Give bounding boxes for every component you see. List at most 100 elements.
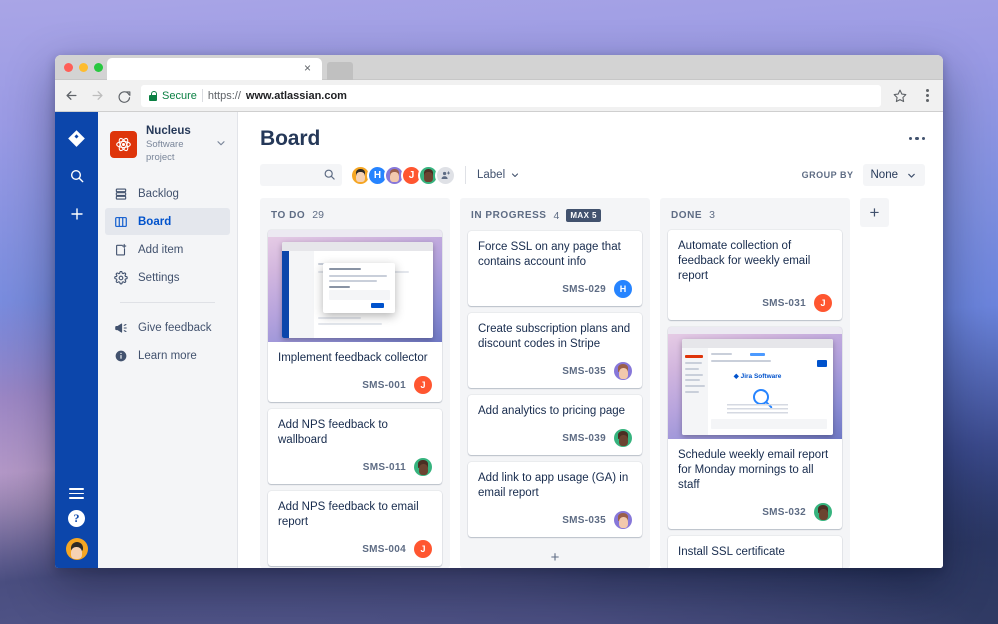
sidebar-item-settings[interactable]: Settings xyxy=(105,264,230,291)
column-max-badge: MAX 5 xyxy=(566,209,601,222)
board-card[interactable]: Install SSL certificate SMS-033 H xyxy=(668,536,842,568)
reload-icon[interactable] xyxy=(115,87,132,104)
column-count: 4 xyxy=(553,209,560,222)
board-header: Board xyxy=(260,127,925,151)
board-columns: TO DO 29 Implement feedback collector SM… xyxy=(260,198,925,568)
card-key: SMS-035 xyxy=(562,365,606,377)
project-name: Nucleus xyxy=(146,125,191,137)
sidebar-item-backlog[interactable]: Backlog xyxy=(105,180,230,207)
sidebar-item-board[interactable]: Board xyxy=(105,208,230,235)
card-title: Add link to app usage (GA) in email repo… xyxy=(478,472,629,499)
card-assignee-avatar[interactable] xyxy=(414,458,432,476)
card-footer: SMS-032 xyxy=(678,503,832,521)
card-key: SMS-001 xyxy=(362,379,406,391)
card-title: Automate collection of feedback for week… xyxy=(678,240,811,282)
card-footer: SMS-029 H xyxy=(478,280,632,298)
board-card[interactable]: Add NPS feedback to email report SMS-004… xyxy=(268,491,442,566)
global-nav-rail: ? xyxy=(55,112,98,568)
card-assignee-avatar[interactable] xyxy=(614,511,632,529)
card-key: SMS-035 xyxy=(562,514,606,526)
card-assignee-avatar[interactable]: J xyxy=(414,540,432,558)
url-scheme: https:// xyxy=(207,89,241,102)
card-title: Add NPS feedback to wallboard xyxy=(278,419,388,446)
column-count: 29 xyxy=(312,209,324,221)
column-cards: Implement feedback collector SMS-001 J A… xyxy=(268,230,442,568)
label-filter-button[interactable]: Label xyxy=(477,169,520,181)
maximize-window-button[interactable] xyxy=(94,63,103,72)
jira-logo-icon[interactable] xyxy=(64,125,90,151)
board-column-done: DONE 3 Automate collection of feedback f… xyxy=(660,198,850,568)
board-column-in-progress: IN PROGRESS 4 MAX 5 Force SSL on any pag… xyxy=(460,198,650,568)
project-sidebar: Nucleus Software project Backlog Board A… xyxy=(98,112,238,568)
window-traffic-lights xyxy=(64,63,103,72)
group-by-value: None xyxy=(870,169,899,181)
jira-app: ? Nucleus Software project Backlog Board… xyxy=(55,112,943,568)
column-count: 3 xyxy=(709,209,715,221)
card-assignee-avatar[interactable] xyxy=(614,429,632,447)
board-card[interactable]: Add NPS feedback to wallboard SMS-011 xyxy=(268,409,442,484)
group-by-label: GROUP BY xyxy=(801,170,854,180)
minimize-window-button[interactable] xyxy=(79,63,88,72)
add-person-icon[interactable] xyxy=(435,164,456,186)
backlog-icon xyxy=(113,186,128,201)
card-assignee-avatar[interactable]: H xyxy=(614,280,632,298)
chevron-down-icon xyxy=(908,173,915,178)
card-title: Add NPS feedback to email report xyxy=(278,501,419,528)
browser-window: × Secure https:// www.atlassian.com ? Nuc… xyxy=(55,55,943,568)
browser-menu-icon[interactable] xyxy=(919,89,935,102)
card-key: SMS-039 xyxy=(562,432,606,444)
card-assignee-avatar[interactable]: J xyxy=(414,376,432,394)
card-assignee-avatar[interactable]: J xyxy=(814,294,832,312)
chevron-down-icon[interactable] xyxy=(215,136,227,154)
create-issue-icon[interactable] xyxy=(64,201,90,227)
sidebar-item-label: Give feedback xyxy=(138,321,212,334)
card-key: SMS-032 xyxy=(762,506,806,518)
chevron-down-icon xyxy=(512,173,519,177)
sidebar-item-add-item[interactable]: Add item xyxy=(105,236,230,263)
card-assignee-avatar[interactable] xyxy=(614,362,632,380)
board-card[interactable]: Add analytics to pricing page SMS-039 xyxy=(468,395,642,455)
megaphone-icon xyxy=(113,320,128,335)
card-title: Add analytics to pricing page xyxy=(478,405,626,417)
board-card[interactable]: Force SSL on any page that contains acco… xyxy=(468,231,642,306)
board-toolbar: H J Label GROUP BY None xyxy=(260,164,925,186)
forward-arrow-icon[interactable] xyxy=(89,87,106,104)
board-card[interactable]: Automate collection of feedback for week… xyxy=(668,230,842,320)
card-footer: SMS-011 xyxy=(278,458,432,476)
board-card[interactable]: Create subscription plans and discount c… xyxy=(468,313,642,388)
sidebar-item-label: Add item xyxy=(138,243,184,256)
column-name: DONE xyxy=(671,209,703,221)
card-footer: SMS-039 xyxy=(478,429,632,447)
board-card[interactable]: Implement feedback collector SMS-001 J xyxy=(268,230,442,402)
more-options-icon[interactable] xyxy=(908,127,925,141)
search-icon[interactable] xyxy=(64,163,90,189)
address-bar[interactable]: Secure https:// www.atlassian.com xyxy=(141,84,881,107)
close-tab-icon[interactable]: × xyxy=(302,62,313,74)
hamburger-icon[interactable] xyxy=(69,488,84,499)
add-item-icon xyxy=(113,242,128,257)
group-by-select[interactable]: None xyxy=(862,164,925,186)
secure-label: Secure xyxy=(162,89,197,102)
card-assignee-avatar[interactable] xyxy=(814,503,832,521)
back-arrow-icon[interactable] xyxy=(63,87,80,104)
card-key: SMS-029 xyxy=(562,283,606,295)
search-input[interactable] xyxy=(260,164,342,186)
sidebar-item-learn-more[interactable]: Learn more xyxy=(105,342,230,369)
browser-tab[interactable]: × xyxy=(107,58,322,80)
sidebar-item-label: Board xyxy=(138,215,172,228)
sidebar-item-give-feedback[interactable]: Give feedback xyxy=(105,314,230,341)
new-tab-button[interactable] xyxy=(327,62,353,80)
help-icon[interactable]: ? xyxy=(68,510,85,527)
close-window-button[interactable] xyxy=(64,63,73,72)
rail-bottom-group: ? xyxy=(55,488,98,560)
add-column-button[interactable]: + xyxy=(860,198,889,227)
board-card[interactable]: Add link to app usage (GA) in email repo… xyxy=(468,462,642,537)
project-switcher[interactable]: Nucleus Software project xyxy=(98,125,237,164)
board-card[interactable]: ◆ Jira Software Schedule weekly email re… xyxy=(668,327,842,529)
url-host: www.atlassian.com xyxy=(245,89,347,102)
user-avatar[interactable] xyxy=(65,538,88,560)
card-footer: SMS-035 xyxy=(478,511,632,529)
add-card-button[interactable]: + xyxy=(468,544,642,568)
sidebar-nav: Backlog Board Add item Settings Give fee… xyxy=(98,180,237,369)
bookmark-star-icon[interactable] xyxy=(890,86,910,106)
